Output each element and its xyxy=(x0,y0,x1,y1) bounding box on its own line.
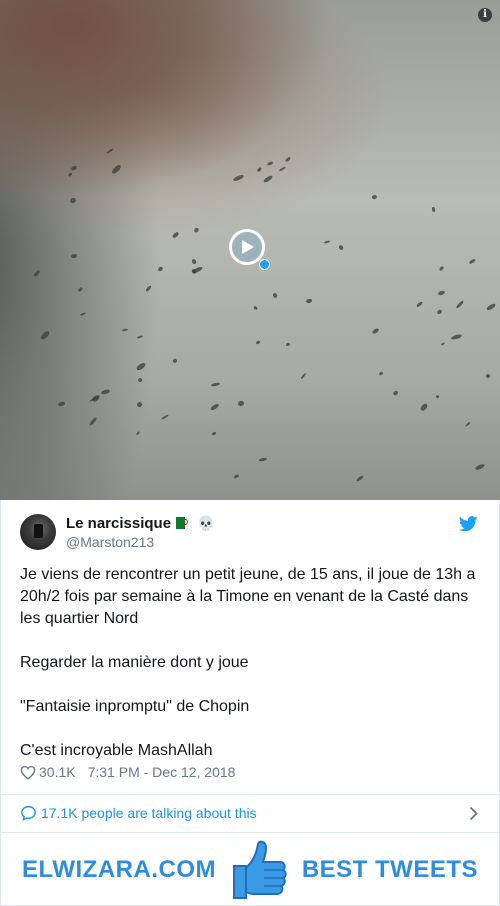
twitter-bird-icon[interactable] xyxy=(459,516,478,532)
speck xyxy=(338,244,345,252)
speck xyxy=(80,311,87,316)
play-icon xyxy=(242,240,254,254)
speck xyxy=(209,403,220,411)
tweet-paragraph: Regarder la manière dont y joue xyxy=(20,654,249,671)
speck xyxy=(266,160,274,166)
speck xyxy=(468,258,477,266)
speck xyxy=(210,382,221,387)
speck xyxy=(253,305,259,311)
speck xyxy=(378,371,384,376)
speck xyxy=(192,227,200,234)
tweet-paragraph: "Fantaisie inpromptu" de Chopin xyxy=(20,698,250,715)
tweet-meta: 30.1K 7:31 PM - Dec 12, 2018 xyxy=(20,764,235,780)
speck xyxy=(436,308,443,315)
speck xyxy=(484,373,491,379)
speck xyxy=(323,240,331,245)
speck xyxy=(371,194,378,200)
speck xyxy=(437,290,445,297)
info-icon[interactable]: i xyxy=(478,8,492,22)
speck xyxy=(415,301,423,308)
tweet-paragraph: Je viens de rencontrer un petit jeune, d… xyxy=(20,566,476,627)
speck xyxy=(284,156,291,163)
speck xyxy=(121,328,128,333)
speck xyxy=(262,174,274,183)
speck xyxy=(39,329,50,340)
speck xyxy=(278,166,286,172)
thumbs-up-icon xyxy=(233,840,287,899)
speck xyxy=(135,361,147,371)
speck xyxy=(300,372,307,380)
speck xyxy=(475,463,486,472)
tweet-text: Je viens de rencontrer un petit jeune, d… xyxy=(20,564,480,762)
video-thumbnail[interactable]: i xyxy=(0,0,500,500)
speck xyxy=(450,333,463,341)
speck xyxy=(160,413,170,420)
speck xyxy=(419,403,429,413)
speck xyxy=(110,164,122,175)
speck xyxy=(67,172,73,178)
timestamp[interactable]: 7:31 PM - Dec 12, 2018 xyxy=(88,764,236,780)
speck xyxy=(465,421,472,427)
speck xyxy=(105,148,114,155)
author-handle[interactable]: @Marston213 xyxy=(66,534,154,550)
speck xyxy=(136,335,143,340)
author-name[interactable]: Le narcissique xyxy=(66,515,171,532)
comment-icon xyxy=(21,805,36,821)
speck xyxy=(77,286,84,293)
speck xyxy=(233,474,240,480)
speck xyxy=(211,431,217,437)
author-name-row[interactable]: Le narcissique 💀 xyxy=(66,515,214,532)
speck xyxy=(485,302,496,312)
divider xyxy=(0,832,500,833)
algeria-flag-icon xyxy=(176,517,195,529)
promo-banner: ELWIZARA.COM BEST TWEETS xyxy=(0,836,500,906)
speck xyxy=(191,258,198,265)
speck xyxy=(431,206,436,212)
speck xyxy=(285,342,291,347)
conversation-label[interactable]: 17.1K people are talking about this xyxy=(41,805,257,821)
speck xyxy=(259,457,269,463)
speck xyxy=(355,474,365,482)
speck xyxy=(57,401,65,407)
video-indicator-dot xyxy=(259,259,270,270)
speck xyxy=(157,266,164,273)
speck xyxy=(232,173,244,182)
speck xyxy=(371,327,380,335)
speck xyxy=(145,284,153,292)
speck xyxy=(191,265,204,275)
conversation-link[interactable]: 17.1K people are talking about this xyxy=(20,805,257,821)
speck xyxy=(455,299,465,310)
speck xyxy=(171,358,177,364)
play-button[interactable] xyxy=(229,229,265,265)
avatar[interactable] xyxy=(20,514,56,550)
speck xyxy=(135,431,141,436)
speck xyxy=(435,394,440,400)
speck xyxy=(70,253,78,259)
speck xyxy=(90,394,101,403)
speck xyxy=(255,339,260,345)
speck xyxy=(171,230,180,239)
heart-icon[interactable] xyxy=(20,765,36,780)
speck xyxy=(236,400,245,407)
speck xyxy=(305,298,313,304)
speck xyxy=(392,389,400,396)
speck xyxy=(438,265,444,272)
best-tweets-label: BEST TWEETS xyxy=(301,856,478,883)
speck xyxy=(440,342,446,347)
divider xyxy=(0,794,500,795)
speck xyxy=(272,292,278,299)
site-name[interactable]: ELWIZARA.COM xyxy=(22,856,216,884)
speck xyxy=(256,166,263,173)
like-count[interactable]: 30.1K xyxy=(39,764,76,780)
speck xyxy=(136,400,144,408)
speck xyxy=(88,416,98,426)
skull-icon: 💀 xyxy=(197,516,215,532)
speck xyxy=(137,377,144,383)
speck xyxy=(69,197,77,204)
tweet-paragraph: C'est incroyable MashAllah xyxy=(20,742,213,759)
speck xyxy=(33,270,41,278)
speck xyxy=(100,389,110,396)
speck xyxy=(70,165,79,172)
chevron-right-icon[interactable] xyxy=(469,806,478,821)
